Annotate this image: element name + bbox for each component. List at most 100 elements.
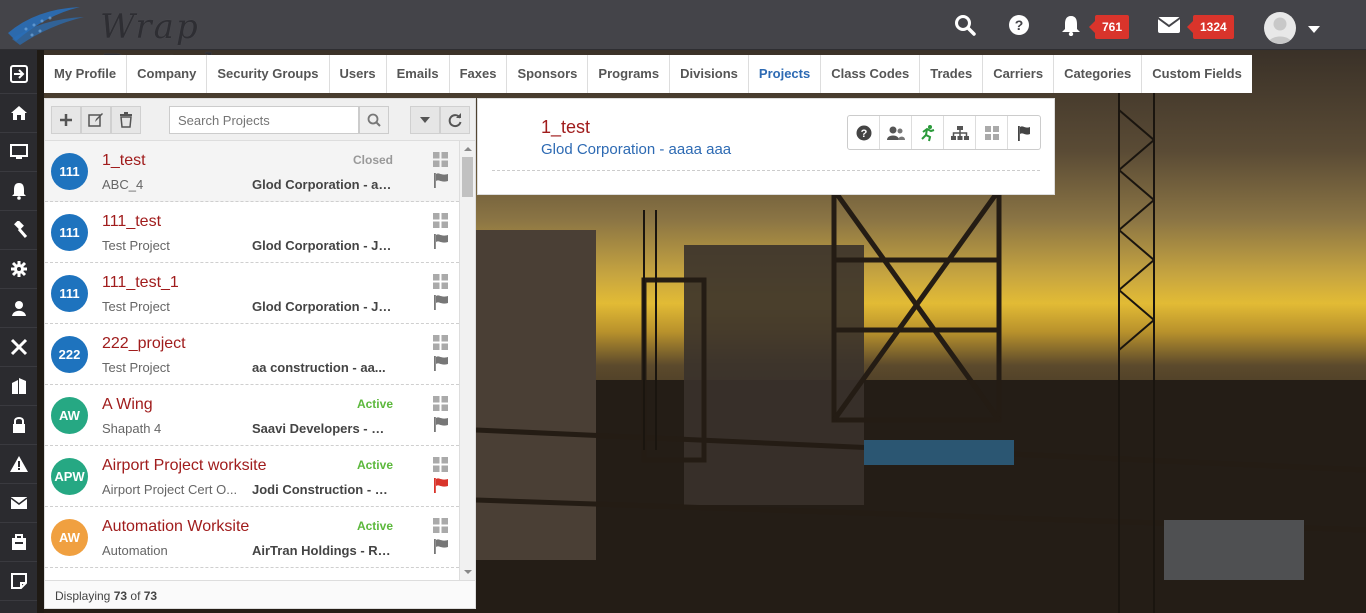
tab-company[interactable]: Company xyxy=(127,55,208,93)
project-row[interactable]: 111 111_test_1 Test Project Glod Corporatio… xyxy=(45,263,459,324)
tab-categories[interactable]: Categories xyxy=(1054,55,1143,93)
project-row[interactable] xyxy=(45,568,459,580)
flag-icon[interactable] xyxy=(433,355,449,374)
help-icon[interactable]: ? xyxy=(848,116,880,149)
tab-trades[interactable]: Trades xyxy=(920,55,984,93)
project-subtitle: Test Project xyxy=(102,238,170,253)
mail-icon[interactable] xyxy=(1156,12,1182,38)
project-name[interactable]: Airport Project worksite xyxy=(102,457,267,475)
project-detail-card: 1_test Glod Corporation - aaaa aaa ? xyxy=(477,98,1055,195)
project-action-toolbar: ? xyxy=(847,115,1041,150)
users-icon[interactable] xyxy=(880,116,912,149)
project-row[interactable]: AW Automation Worksite Automation AirTran H… xyxy=(45,507,459,568)
tab-custom-fields[interactable]: Custom Fields xyxy=(1142,55,1252,93)
search-projects-input[interactable] xyxy=(169,106,359,134)
gavel-icon[interactable] xyxy=(0,211,37,250)
lock-icon[interactable] xyxy=(0,406,37,445)
project-avatar: 111 xyxy=(51,214,88,251)
help-icon[interactable]: ? xyxy=(1006,12,1032,38)
home-icon[interactable] xyxy=(0,94,37,133)
grid-icon[interactable] xyxy=(433,518,448,536)
sidebar xyxy=(0,50,37,613)
sitemap-icon[interactable] xyxy=(944,116,976,149)
warning-icon[interactable] xyxy=(0,445,37,484)
status-badge: Active xyxy=(356,458,393,472)
search-icon[interactable] xyxy=(359,106,389,134)
flag-icon[interactable] xyxy=(433,294,449,313)
flag-icon[interactable] xyxy=(433,416,449,435)
flag-icon[interactable] xyxy=(433,477,449,496)
tab-carriers[interactable]: Carriers xyxy=(983,55,1055,93)
user-menu-caret-icon[interactable] xyxy=(1308,26,1320,33)
grid-icon[interactable] xyxy=(433,335,448,353)
grid-icon[interactable] xyxy=(976,116,1008,149)
list-scrollbar[interactable] xyxy=(459,141,475,580)
project-name[interactable]: A Wing xyxy=(102,396,153,414)
add-project-button[interactable] xyxy=(51,106,81,134)
project-row[interactable]: 111 1_test ABC_4 Glod Corporation - aa... Cl… xyxy=(45,141,459,202)
project-subtitle: Airport Project Cert O... xyxy=(102,482,238,497)
status-badge: Closed xyxy=(352,153,393,167)
refresh-button[interactable] xyxy=(440,106,470,134)
tab-class-codes[interactable]: Class Codes xyxy=(821,55,921,93)
building-icon[interactable] xyxy=(0,367,37,406)
mail-icon[interactable] xyxy=(0,484,37,523)
edit-project-button[interactable] xyxy=(81,106,111,134)
flag-icon[interactable] xyxy=(433,172,449,191)
project-name[interactable]: 1_test xyxy=(102,152,146,170)
tab-divisions[interactable]: Divisions xyxy=(670,55,749,93)
grid-icon[interactable] xyxy=(433,213,448,231)
user-icon[interactable] xyxy=(0,289,37,328)
scrollbar-thumb[interactable] xyxy=(462,157,473,197)
user-avatar[interactable] xyxy=(1264,12,1296,44)
divider xyxy=(492,170,1040,171)
tab-faxes[interactable]: Faxes xyxy=(450,55,508,93)
project-company: Jodi Construction - J... xyxy=(252,482,392,497)
tab-security-groups[interactable]: Security Groups xyxy=(207,55,330,93)
grid-icon[interactable] xyxy=(433,152,448,170)
tab-projects[interactable]: Projects xyxy=(749,55,822,93)
tab-users[interactable]: Users xyxy=(330,55,387,93)
briefcase-icon[interactable] xyxy=(0,523,37,562)
tab-my-profile[interactable]: My Profile xyxy=(44,55,128,93)
project-row[interactable]: 222 222_project Test Project aa constructio… xyxy=(45,324,459,385)
project-row[interactable]: APW Airport Project worksite Airport Proje… xyxy=(45,446,459,507)
project-name[interactable]: 111_test xyxy=(102,213,161,231)
flag-icon[interactable] xyxy=(433,538,449,557)
project-company: Glod Corporation - aa... xyxy=(252,177,392,192)
gear-icon[interactable] xyxy=(0,250,37,289)
grid-icon[interactable] xyxy=(433,396,448,414)
project-avatar: APW xyxy=(51,458,88,495)
project-company: Saavi Developers - Rit... xyxy=(252,421,392,436)
tab-sponsors[interactable]: Sponsors xyxy=(507,55,589,93)
grid-icon[interactable] xyxy=(433,457,448,475)
project-list: 111 1_test ABC_4 Glod Corporation - aa... Cl… xyxy=(45,141,475,580)
running-icon[interactable] xyxy=(912,116,944,149)
project-row[interactable]: AW A Wing Shapath 4 Saavi Developers - Rit.… xyxy=(45,385,459,446)
search-icon[interactable] xyxy=(952,12,978,38)
notifications-badge[interactable]: 761 xyxy=(1088,15,1130,39)
bell-icon[interactable] xyxy=(1058,12,1084,38)
displayed-count: 73 xyxy=(113,589,128,603)
svg-text:?: ? xyxy=(860,128,867,140)
flag-icon[interactable] xyxy=(433,233,449,252)
project-name[interactable]: 111_test_1 xyxy=(102,274,179,292)
project-name[interactable]: 222_project xyxy=(102,335,186,353)
bell-icon[interactable] xyxy=(0,172,37,211)
note-icon[interactable] xyxy=(0,562,37,601)
filter-dropdown-button[interactable] xyxy=(410,106,440,134)
tab-emails[interactable]: Emails xyxy=(387,55,450,93)
delete-project-button[interactable] xyxy=(111,106,141,134)
project-row[interactable]: 111 111_test Test Project Glod Corporation … xyxy=(45,202,459,263)
tools-icon[interactable] xyxy=(0,328,37,367)
project-company-link[interactable]: Glod Corporation - aaaa aaa xyxy=(541,141,731,158)
project-subtitle: Automation xyxy=(102,543,168,558)
flag-icon[interactable] xyxy=(1008,116,1040,149)
grid-icon[interactable] xyxy=(433,274,448,292)
project-name[interactable]: Automation Worksite xyxy=(102,518,249,536)
sign-out-icon[interactable] xyxy=(0,55,37,94)
messages-badge[interactable]: 1324 xyxy=(1187,15,1234,39)
monitor-icon[interactable] xyxy=(0,133,37,172)
tab-programs[interactable]: Programs xyxy=(588,55,671,93)
status-badge: Active xyxy=(356,397,393,411)
